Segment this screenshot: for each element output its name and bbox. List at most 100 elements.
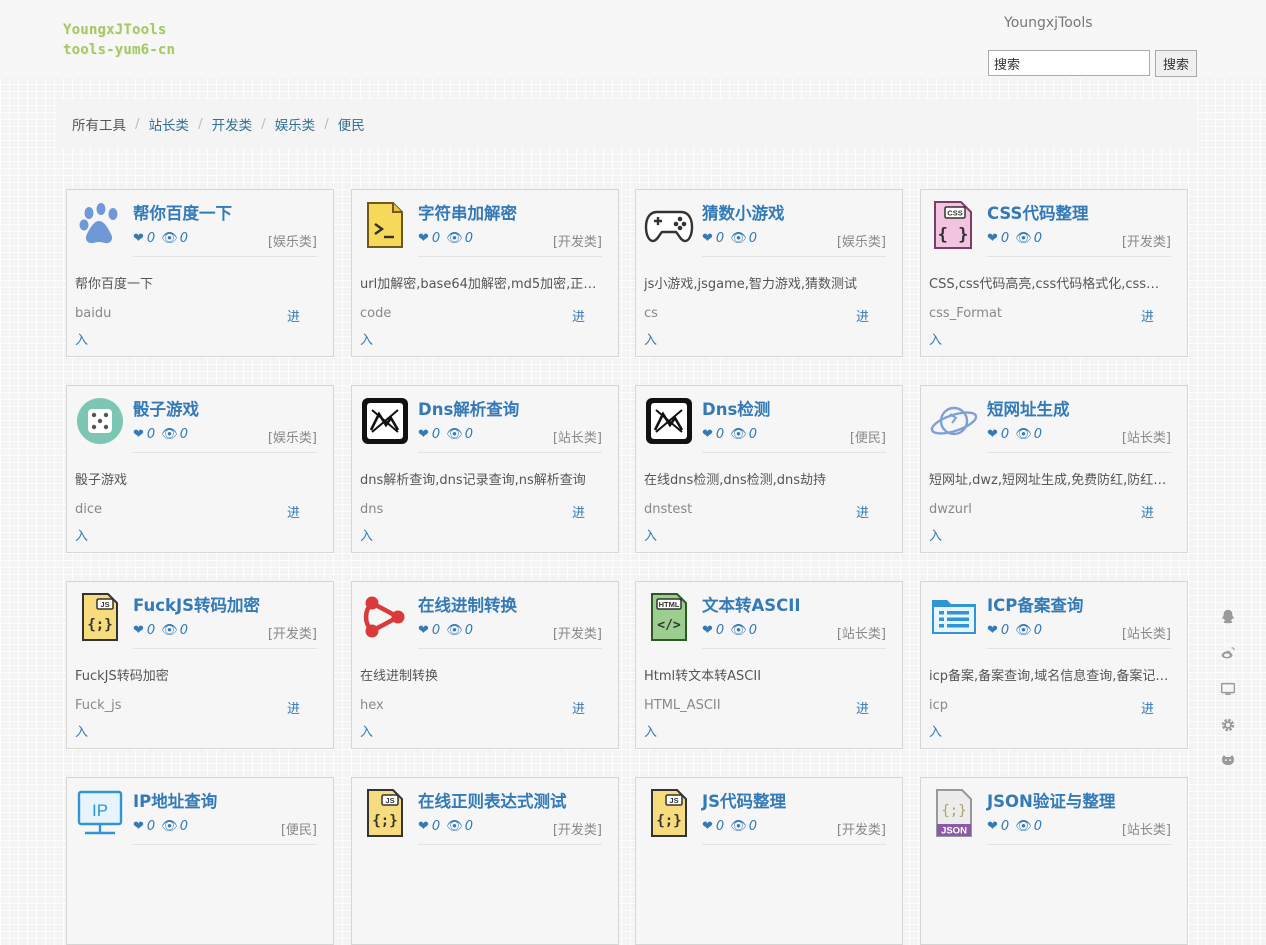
tool-title[interactable]: 在线正则表达式测试 — [418, 788, 567, 812]
eye-icon: 👁 — [1015, 819, 1032, 834]
heart-icon[interactable]: ❤ — [987, 623, 998, 638]
js-file-icon: JS {;} — [75, 592, 125, 642]
paw-icon — [75, 200, 125, 250]
tool-slug: icp — [929, 698, 949, 713]
tool-stats: ❤ 0 👁 0 — [987, 427, 1042, 442]
like-count: 0 — [431, 623, 441, 638]
heart-icon[interactable]: ❤ — [133, 819, 144, 834]
brand-name: YoungxjTools — [1004, 15, 1093, 31]
heart-icon[interactable]: ❤ — [133, 231, 144, 246]
enter-link-part-2: 入 — [929, 529, 943, 544]
tool-category: [站长类] — [1121, 627, 1171, 642]
heart-icon[interactable]: ❤ — [702, 427, 713, 442]
divider — [702, 648, 886, 649]
heart-icon[interactable]: ❤ — [702, 819, 713, 834]
tool-card[interactable]: IP IP地址查询 ❤ 0 👁 0 [便民] — [66, 777, 334, 945]
tool-title[interactable]: Dns检测 — [702, 396, 770, 420]
heart-icon[interactable]: ❤ — [418, 623, 429, 638]
tool-title[interactable]: 骰子游戏 — [133, 396, 199, 420]
tool-title[interactable]: FuckJS转码加密 — [133, 592, 260, 616]
weibo-icon[interactable] — [1219, 644, 1237, 662]
tool-title[interactable]: 短网址生成 — [987, 396, 1070, 420]
like-count: 0 — [1000, 427, 1010, 442]
tool-card[interactable]: 帮你百度一下 ❤ 0 👁 0 [娱乐类] 帮你百度一下 baidu 进入 — [66, 189, 334, 357]
heart-icon[interactable]: ❤ — [418, 819, 429, 834]
enter-link-part-1: 进 — [856, 310, 870, 325]
tool-card[interactable]: CSS{ } CSS代码整理 ❤ 0 👁 0 [开发类] CSS,css代码高亮,css代码格… — [920, 189, 1188, 357]
breadcrumb-webmaster[interactable]: 站长类 — [149, 114, 190, 134]
site-logo[interactable]: YoungxJTools tools-yum6-cn — [63, 20, 175, 60]
tool-title[interactable]: 字符串加解密 — [418, 200, 517, 224]
heart-icon[interactable]: ❤ — [987, 231, 998, 246]
enter-link-part-2: 入 — [75, 333, 89, 348]
tool-description: js小游戏,jsgame,智力游戏,猜数测试 — [644, 277, 858, 292]
view-count: 0 — [464, 231, 473, 246]
view-count: 0 — [1033, 427, 1042, 442]
breadcrumb-convenience[interactable]: 便民 — [338, 114, 365, 134]
js-file-icon: JS {;} — [360, 788, 410, 838]
tool-card[interactable]: {;} JSON JSON验证与整理 ❤ 0 👁 0 [站长类] — [920, 777, 1188, 945]
search-input[interactable] — [988, 50, 1150, 76]
heart-icon[interactable]: ❤ — [133, 427, 144, 442]
enter-link-part-1: 进 — [1141, 310, 1155, 325]
divider — [702, 844, 886, 845]
like-count: 0 — [1000, 623, 1010, 638]
side-rail — [1219, 608, 1239, 788]
tool-card[interactable]: JS {;} FuckJS转码加密 ❤ 0 👁 0 [开发类] FuckJS转码加密 Fuck_j… — [66, 581, 334, 749]
tool-title[interactable]: JS代码整理 — [702, 788, 786, 812]
enter-link-part-2: 入 — [360, 725, 374, 740]
svg-text:{;}: {;} — [372, 813, 397, 829]
heart-icon[interactable]: ❤ — [702, 231, 713, 246]
like-count: 0 — [146, 623, 156, 638]
tool-title[interactable]: JSON验证与整理 — [987, 788, 1115, 812]
breadcrumb-entertainment[interactable]: 娱乐类 — [275, 114, 316, 134]
monitor-icon[interactable] — [1219, 680, 1237, 698]
tool-title[interactable]: 帮你百度一下 — [133, 200, 232, 224]
tool-card[interactable]: 字符串加解密 ❤ 0 👁 0 [开发类] url加解密,base64加解密,md5加密,正则… — [351, 189, 619, 357]
tool-card[interactable]: JS {;} 在线正则表达式测试 ❤ 0 👁 0 [开发类] — [351, 777, 619, 945]
svg-text:JS: JS — [100, 600, 109, 609]
divider — [987, 256, 1171, 257]
tool-category: [站长类] — [552, 431, 602, 446]
heart-icon[interactable]: ❤ — [133, 623, 144, 638]
tool-title[interactable]: ICP备案查询 — [987, 592, 1083, 616]
qq-icon[interactable] — [1219, 608, 1237, 626]
tool-title[interactable]: IP地址查询 — [133, 788, 217, 812]
enter-link-part-1: 进 — [572, 702, 586, 717]
tool-card[interactable]: 短网址生成 ❤ 0 👁 0 [站长类] 短网址,dwz,短网址生成,免费防红,防红接口 dwz… — [920, 385, 1188, 553]
enter-link-part-2: 入 — [75, 529, 89, 544]
enter-link-part-2: 入 — [929, 333, 943, 348]
enter-link-part-2: 入 — [644, 333, 658, 348]
heart-icon[interactable]: ❤ — [418, 231, 429, 246]
heart-icon[interactable]: ❤ — [987, 819, 998, 834]
svg-text:{;}: {;} — [656, 813, 681, 829]
tool-slug: Fuck_js — [75, 698, 122, 713]
view-count: 0 — [748, 623, 757, 638]
breadcrumb-development[interactable]: 开发类 — [212, 114, 253, 134]
eye-icon: 👁 — [730, 231, 747, 246]
tool-slug: HTML_ASCII — [644, 698, 721, 713]
breadcrumb-all-tools[interactable]: 所有工具 — [72, 114, 126, 134]
heart-icon[interactable]: ❤ — [418, 427, 429, 442]
heart-icon[interactable]: ❤ — [987, 427, 998, 442]
tool-card[interactable]: 在线进制转换 ❤ 0 👁 0 [开发类] 在线进制转换 hex 进入 — [351, 581, 619, 749]
like-count: 0 — [715, 231, 725, 246]
heart-icon[interactable]: ❤ — [702, 623, 713, 638]
gear-icon[interactable] — [1219, 716, 1237, 734]
tool-title[interactable]: 在线进制转换 — [418, 592, 517, 616]
tool-title[interactable]: Dns解析查询 — [418, 396, 519, 420]
tool-slug: css_Format — [929, 306, 1003, 321]
tool-card[interactable]: 骰子游戏 ❤ 0 👁 0 [娱乐类] 骰子游戏 dice 进入 — [66, 385, 334, 553]
tool-card[interactable]: 猜数小游戏 ❤ 0 👁 0 [娱乐类] js小游戏,jsgame,智力游戏,猜数测试 cs 进入 — [635, 189, 903, 357]
github-icon[interactable] — [1219, 752, 1237, 770]
tool-card[interactable]: JS {;} JS代码整理 ❤ 0 👁 0 [开发类] — [635, 777, 903, 945]
tool-title[interactable]: 猜数小游戏 — [702, 200, 785, 224]
enter-link-part-1: 进 — [1141, 506, 1155, 521]
tool-card[interactable]: Dns检测 ❤ 0 👁 0 [便民] 在线dns检测,dns检测,dns劫持 dnstest 进… — [635, 385, 903, 553]
tool-title[interactable]: 文本转ASCII — [702, 592, 801, 616]
tool-card[interactable]: HTML </> 文本转ASCII ❤ 0 👁 0 [站长类] Html转文本转ASCII HTM… — [635, 581, 903, 749]
tool-title[interactable]: CSS代码整理 — [987, 200, 1088, 224]
search-button[interactable]: 搜索 — [1155, 50, 1197, 77]
tool-card[interactable]: ICP备案查询 ❤ 0 👁 0 [站长类] icp备案,备案查询,域名信息查询,备案记录查询… — [920, 581, 1188, 749]
tool-card[interactable]: Dns解析查询 ❤ 0 👁 0 [站长类] dns解析查询,dns记录查询,ns解析查询 dn… — [351, 385, 619, 553]
